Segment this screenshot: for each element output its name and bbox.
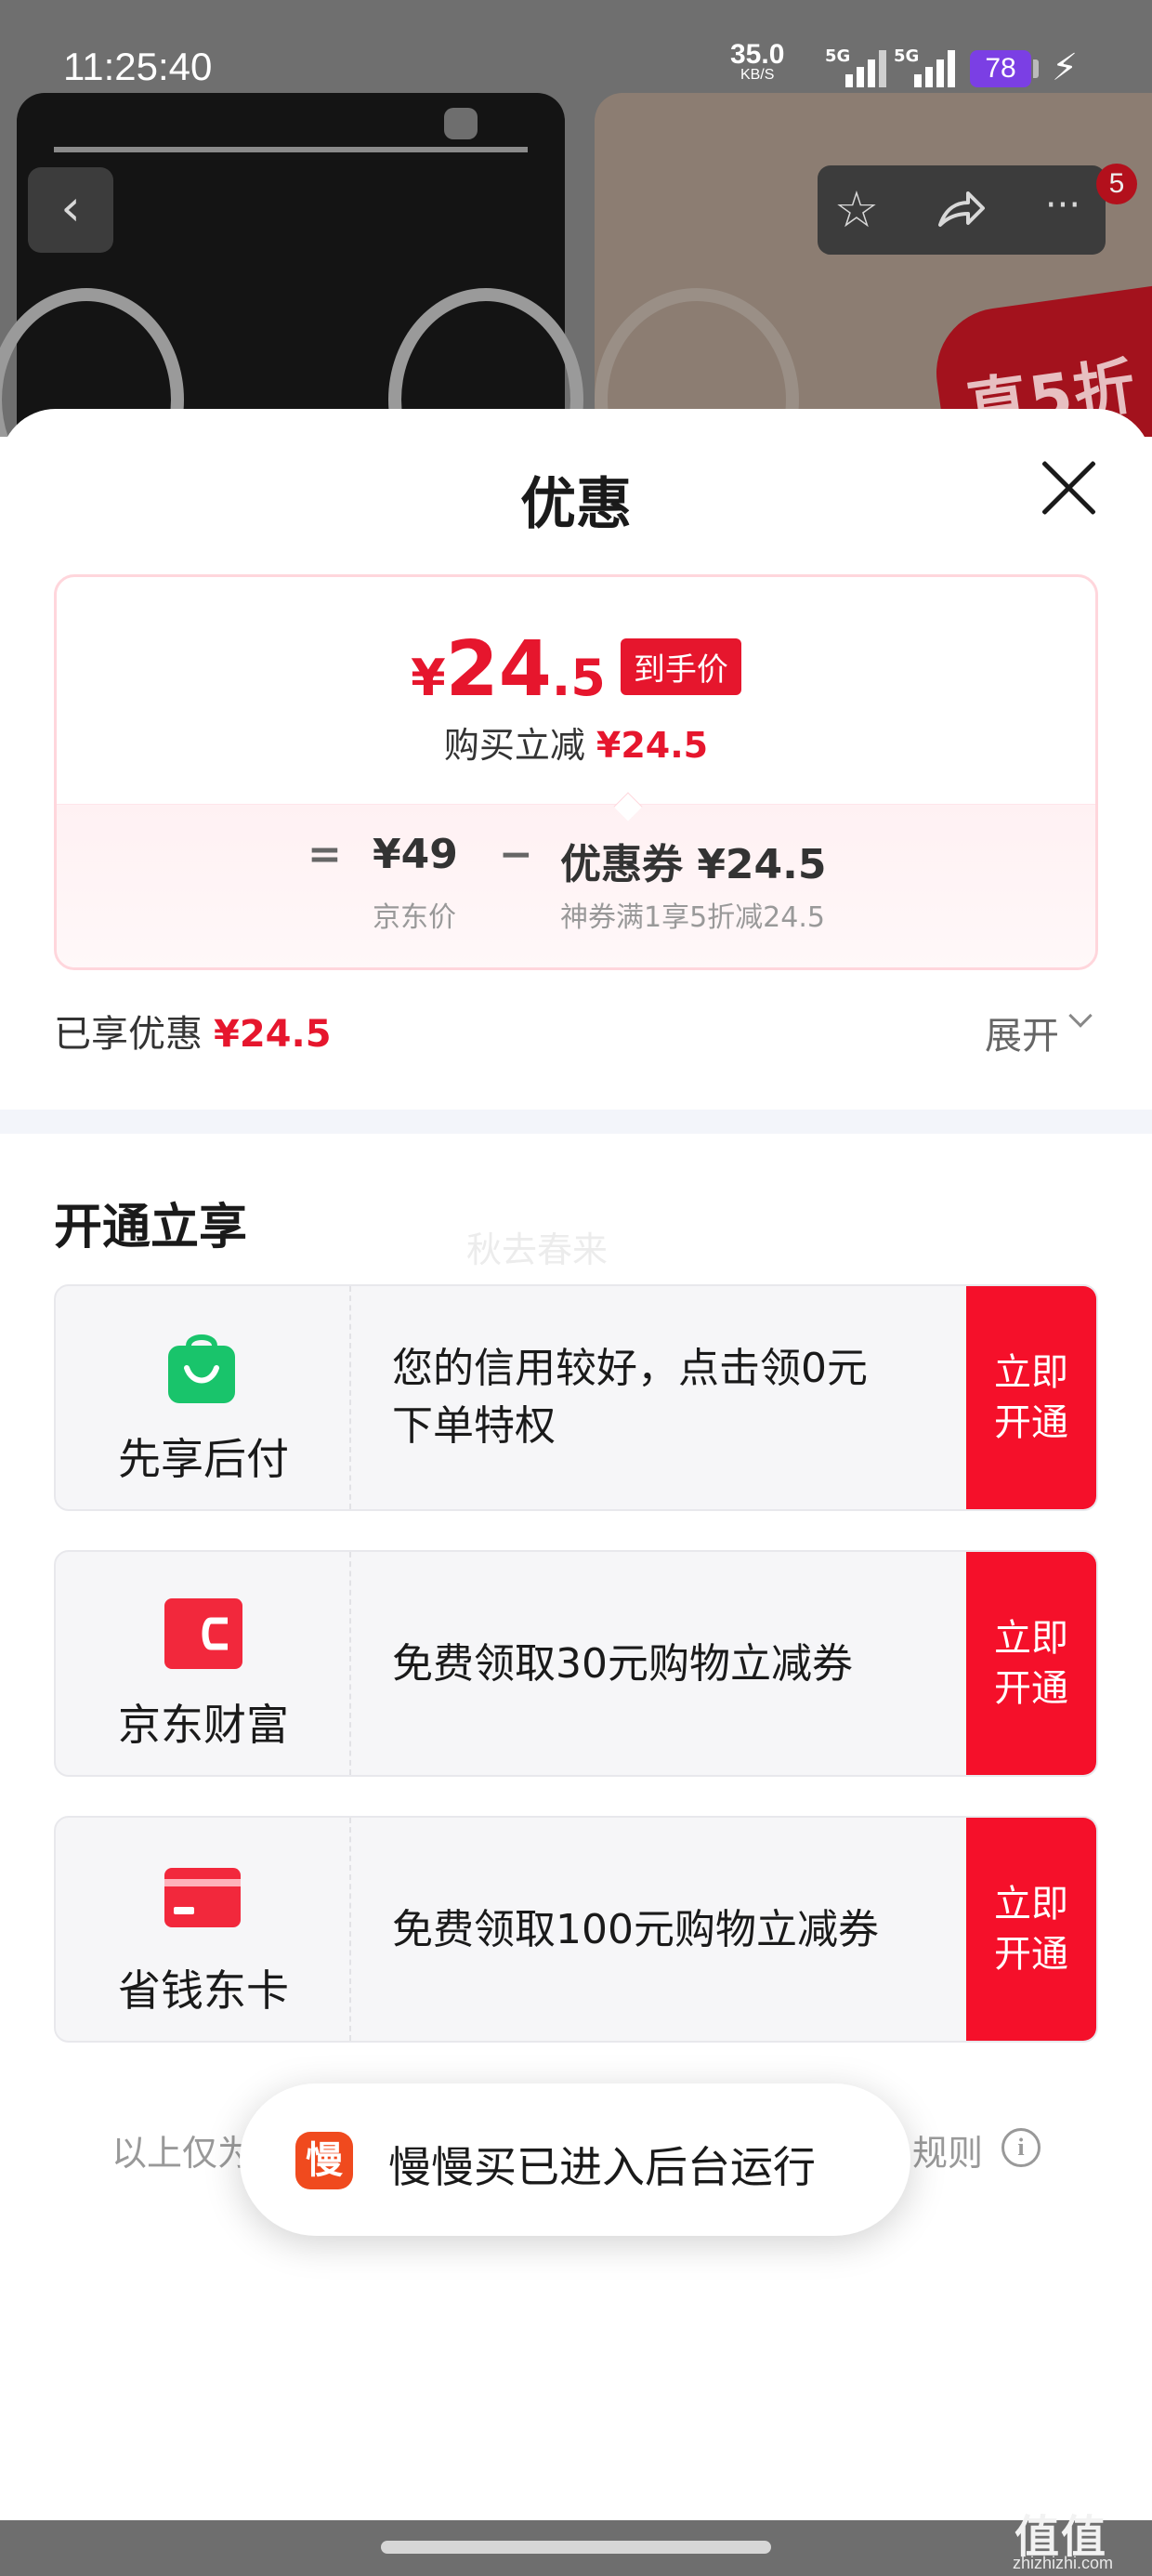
offer-card-jd-wealth[interactable]: 京东财富 免费领取30元购物立减券 立即 开通: [54, 1550, 1098, 1777]
minus-sign: −: [499, 831, 533, 878]
offer-card-saver-card[interactable]: 省钱东卡 免费领取100元购物立减券 立即 开通: [54, 1816, 1098, 2043]
top-actions: ☆ ···: [818, 165, 1106, 255]
disclaimer-text: 以上仅为: [111, 2133, 254, 2174]
equals-sign: =: [308, 831, 342, 878]
network-speed: 35.0 KB/S: [730, 39, 785, 84]
toast-message: 慢慢买已进入后台运行: [388, 2142, 816, 2192]
section-title: 开通立享: [54, 1200, 248, 1255]
app-logo-icon: 慢: [295, 2132, 353, 2189]
price-breakdown: = ¥49 京东价 − 优惠券 ¥24.5 神券满1享5折减24.5: [57, 804, 1095, 967]
close-icon[interactable]: [1039, 455, 1102, 519]
offer-name: 京东财富: [118, 1700, 289, 1750]
status-time: 11:25:40: [63, 45, 213, 88]
coupon-description: 神券满1享5折减24.5: [560, 901, 825, 934]
final-price: ¥24.5 到手价: [57, 625, 1095, 714]
offer-description: 免费领取30元购物立减券: [392, 1640, 853, 1688]
expand-button[interactable]: 展开: [985, 1005, 1059, 1059]
section-divider: [0, 1110, 1152, 1134]
signal-1-icon: 5G: [825, 46, 886, 87]
background-toast: 慢 慢慢买已进入后台运行: [240, 2083, 910, 2236]
home-gesture-bar[interactable]: [381, 2541, 771, 2554]
charging-bolt-icon: ⚡: [1052, 46, 1079, 89]
chevron-left-icon: ‹: [60, 178, 81, 237]
share-icon[interactable]: [933, 182, 988, 238]
offer-card-pay-later[interactable]: 先享后付 您的信用较好，点击领0元 下单特权 立即 开通: [54, 1284, 1098, 1511]
instant-discount: 购买立减 ¥24.5: [443, 725, 709, 766]
product-image-black: [0, 93, 583, 437]
activate-button[interactable]: 立即 开通: [966, 1818, 1096, 2041]
user-watermark: 秋去春来: [466, 1229, 609, 1270]
activate-button[interactable]: 立即 开通: [966, 1286, 1096, 1509]
jd-price: ¥49: [373, 831, 458, 878]
final-price-tag: 到手价: [620, 638, 741, 695]
rules-link[interactable]: 规则: [912, 2124, 983, 2175]
jd-price-label: 京东价: [373, 901, 456, 934]
status-bar: 11:25:40 35.0 KB/S 5G 5G 78 ⚡: [0, 0, 1152, 93]
battery-indicator: 78: [970, 50, 1031, 87]
wallet-icon: [164, 1598, 242, 1669]
chevron-down-icon[interactable]: [1068, 1004, 1093, 1028]
back-button[interactable]: ‹: [28, 167, 113, 253]
more-icon[interactable]: ···: [1035, 182, 1091, 238]
coupon-amount: 优惠券 ¥24.5: [560, 841, 827, 888]
info-icon[interactable]: i: [1001, 2128, 1041, 2167]
signal-2-icon: 5G: [894, 46, 959, 87]
offer-name: 省钱东卡: [118, 1965, 289, 2016]
offer-description: 您的信用较好，点击领0元 下单特权: [392, 1345, 868, 1450]
price-card: ¥24.5 到手价 购买立减 ¥24.5 = ¥49 京东价 − 优惠券 ¥24.5…: [54, 574, 1098, 970]
sheet-title: 优惠: [520, 472, 632, 537]
offer-name: 先享后付: [118, 1434, 289, 1484]
shopping-bag-icon: [168, 1334, 235, 1403]
bear-logo-icon: [444, 108, 478, 139]
credit-card-icon: [164, 1868, 241, 1927]
offer-description: 免费领取100元购物立减券: [392, 1906, 879, 1953]
enjoyed-discount: 已享优惠 ¥24.5: [54, 1013, 332, 1056]
site-watermark-url: zhizhizhi.com: [1013, 2554, 1114, 2572]
favorite-star-icon[interactable]: ☆: [829, 182, 884, 238]
notification-badge: 5: [1096, 164, 1137, 204]
activate-button[interactable]: 立即 开通: [966, 1552, 1096, 1775]
